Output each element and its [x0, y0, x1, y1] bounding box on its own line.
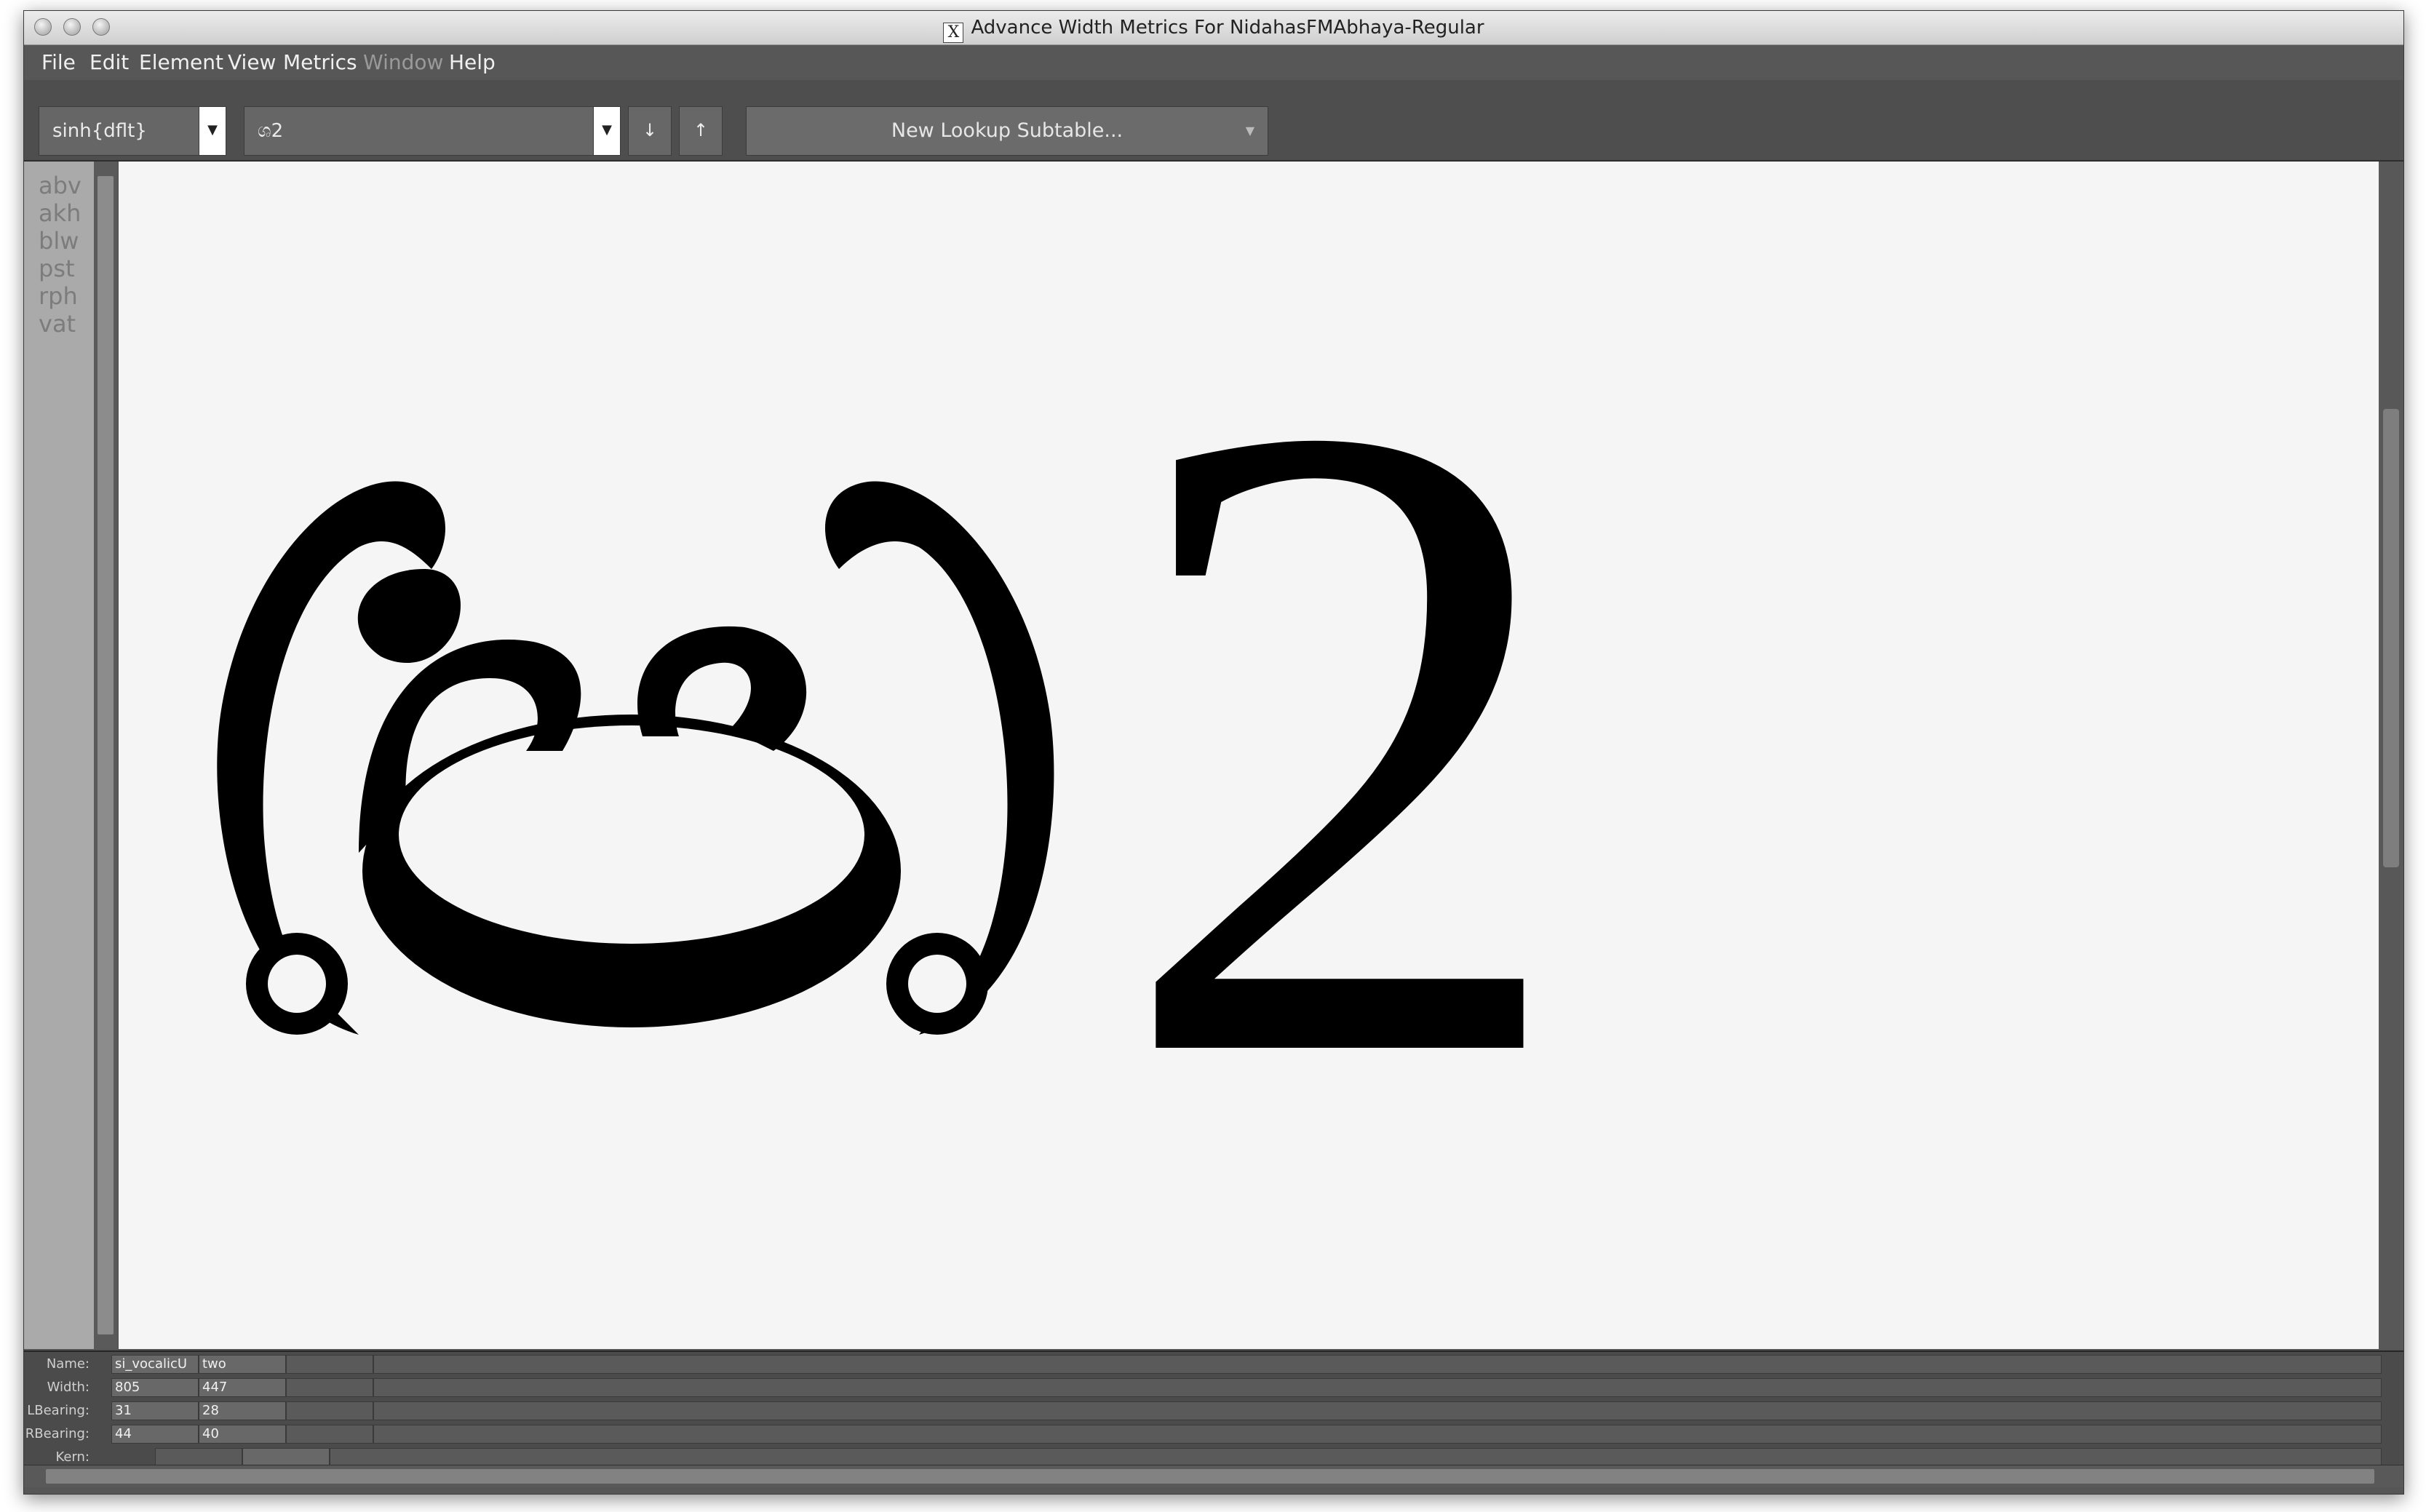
script-language-combo[interactable]: sinh{dflt}	[39, 106, 200, 156]
menu-element[interactable]: Element	[139, 45, 223, 80]
glyph-canvas[interactable]: 2	[119, 162, 2379, 1349]
glyph-name-cell[interactable]: two	[199, 1355, 286, 1374]
script-dropdown-arrow-icon[interactable]: ▼	[199, 106, 226, 156]
menu-window: Window	[363, 50, 444, 74]
empty-cell	[373, 1378, 2382, 1397]
title-bar: X Advance Width Metrics For NidahasFMAbha…	[24, 11, 2403, 45]
canvas-scrollbar[interactable]	[2379, 162, 2403, 1349]
lbearing-cell[interactable]: 28	[199, 1401, 286, 1420]
menu-metrics[interactable]: Metrics	[283, 45, 357, 80]
glyph-name-cell[interactable]: si_vocalicU	[111, 1355, 199, 1374]
metrics-grid: Name: si_vocalicU two Width: 805 447 LBe…	[24, 1350, 2403, 1468]
metrics-label: LBearing:	[27, 1403, 90, 1418]
feature-list: abv akh blw pst rph vat	[24, 162, 94, 1349]
rbearing-cell[interactable]: 40	[199, 1425, 286, 1444]
glyph-preview: 2	[217, 231, 1574, 1246]
sinhala-glyph	[217, 481, 1054, 1035]
empty-cell[interactable]	[286, 1401, 373, 1420]
metrics-row-lbearing: LBearing: 31 28	[24, 1400, 2403, 1422]
lookup-subtable-dropdown[interactable]: New Lookup Subtable... ▼	[746, 106, 1268, 156]
rbearing-cell[interactable]: 44	[111, 1425, 199, 1444]
metrics-row-rbearing: RBearing: 44 40	[24, 1423, 2403, 1445]
menu-bar: File Edit Element View Metrics Window He…	[24, 45, 2403, 80]
text-dropdown-arrow-icon[interactable]: ▼	[593, 106, 621, 156]
window-title-text: Advance Width Metrics For NidahasFMAbhay…	[971, 17, 1484, 39]
empty-cell[interactable]	[286, 1425, 373, 1444]
width-cell[interactable]: 447	[199, 1378, 286, 1397]
glyph-two: 2	[1115, 231, 1574, 1246]
move-up-button[interactable]: ↑	[679, 106, 723, 156]
empty-cell[interactable]	[286, 1355, 373, 1374]
scrollbar-thumb[interactable]	[46, 1469, 2374, 1484]
menu-help[interactable]: Help	[449, 45, 496, 80]
toolbar: sinh{dflt} ▼ ශ2 ▼ ↓ ↑ New Lookup Subtabl…	[24, 80, 2403, 162]
feature-item[interactable]: vat	[39, 310, 76, 338]
scrollbar-thumb[interactable]	[98, 176, 114, 1334]
metrics-label: RBearing:	[25, 1426, 90, 1441]
menu-file[interactable]: File	[41, 45, 76, 80]
menu-edit[interactable]: Edit	[90, 45, 129, 80]
empty-cell	[373, 1401, 2382, 1420]
width-cell[interactable]: 805	[111, 1378, 199, 1397]
window-title: X Advance Width Metrics For NidahasFMAbha…	[24, 11, 2403, 44]
empty-cell	[373, 1425, 2382, 1444]
lbearing-cell[interactable]: 31	[111, 1401, 199, 1420]
feature-item[interactable]: akh	[39, 199, 81, 227]
metrics-label: Width:	[47, 1380, 90, 1395]
feature-list-scrollbar[interactable]	[94, 162, 117, 1349]
metrics-label: Name:	[46, 1356, 90, 1372]
menu-view[interactable]: View	[228, 45, 276, 80]
feature-item[interactable]: rph	[39, 282, 78, 310]
lookup-subtable-label: New Lookup Subtable...	[891, 119, 1123, 142]
metrics-row-name: Name: si_vocalicU two	[24, 1353, 2403, 1375]
x11-app-icon: X	[943, 23, 964, 43]
empty-cell	[373, 1355, 2382, 1374]
scrollbar-thumb[interactable]	[2383, 409, 2399, 867]
horizontal-scrollbar[interactable]	[24, 1465, 2403, 1487]
metrics-window: X Advance Width Metrics For NidahasFMAbha…	[23, 10, 2404, 1495]
feature-item[interactable]: abv	[39, 172, 81, 199]
empty-cell[interactable]	[286, 1378, 373, 1397]
move-down-button[interactable]: ↓	[628, 106, 672, 156]
chevron-down-icon: ▼	[1245, 124, 1254, 138]
feature-item[interactable]: blw	[39, 227, 79, 255]
metrics-row-width: Width: 805 447	[24, 1377, 2403, 1398]
feature-item[interactable]: pst	[39, 255, 75, 282]
glyph-text-input[interactable]: ශ2	[244, 106, 594, 156]
